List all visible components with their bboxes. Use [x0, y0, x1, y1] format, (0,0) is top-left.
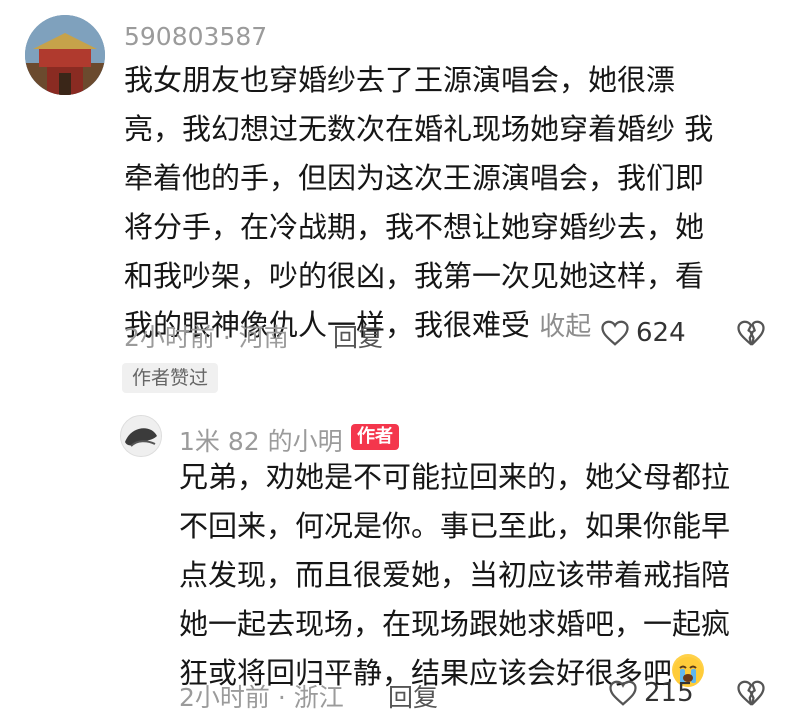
- reply-like-button[interactable]: 215: [608, 678, 694, 708]
- reply-line: 她一起去现场，在现场跟她求婚吧，一起疯: [179, 607, 731, 641]
- comment-line: 我女朋友也穿婚纱去了王源演唱会，她很漂: [124, 63, 676, 97]
- reply-line: 不回来，何况是你。事已至此，如果你能早: [179, 509, 731, 543]
- dislike-button[interactable]: [736, 319, 766, 351]
- avatar-image: [121, 416, 161, 456]
- comment-line: 和我吵架，吵的很凶，我第一次见她这样，看: [124, 259, 705, 293]
- reply-dislike-button[interactable]: [736, 679, 766, 711]
- reply-text: 兄弟，劝她是不可能拉回来的，她父母都拉 不回来，何况是你。事已至此，如果你能早 …: [179, 453, 779, 698]
- author-badge: 作者: [351, 424, 399, 450]
- comment-line: 将分手，在冷战期，我不想让她穿婚纱去，她: [124, 210, 705, 244]
- comment-meta: 2小时前 · 河南: [124, 323, 289, 352]
- replier-avatar[interactable]: [120, 415, 162, 457]
- comment-line: 亮，我幻想过无数次在婚礼现场她穿着婚纱 我: [124, 112, 714, 146]
- broken-heart-icon: [737, 680, 765, 706]
- comment-line: 牵着他的手，但因为这次王源演唱会，我们即: [124, 161, 705, 195]
- commenter-avatar[interactable]: [25, 15, 105, 95]
- reply-line: 兄弟，劝她是不可能拉回来的，她父母都拉: [179, 460, 731, 494]
- heart-icon: [601, 320, 629, 346]
- like-button[interactable]: 624: [600, 318, 686, 348]
- commenter-username[interactable]: 590803587: [124, 22, 267, 51]
- avatar-image: [25, 15, 105, 95]
- heart-icon: [609, 680, 637, 706]
- reply-to-reply-button[interactable]: 回复: [388, 678, 438, 714]
- reply-button[interactable]: 回复: [333, 318, 383, 354]
- reply-meta: 2小时前 · 浙江: [179, 683, 344, 712]
- like-count: 624: [636, 318, 686, 348]
- comment-text: 我女朋友也穿婚纱去了王源演唱会，她很漂 亮，我幻想过无数次在婚礼现场她穿着婚纱 …: [124, 56, 764, 352]
- reply-line: 点发现，而且很爱她，当初应该带着戒指陪: [179, 558, 731, 592]
- author-liked-badge: 作者赞过: [122, 363, 219, 393]
- broken-heart-icon: [737, 320, 765, 346]
- like-count: 215: [644, 678, 694, 708]
- collapse-button[interactable]: 收起: [539, 312, 591, 342]
